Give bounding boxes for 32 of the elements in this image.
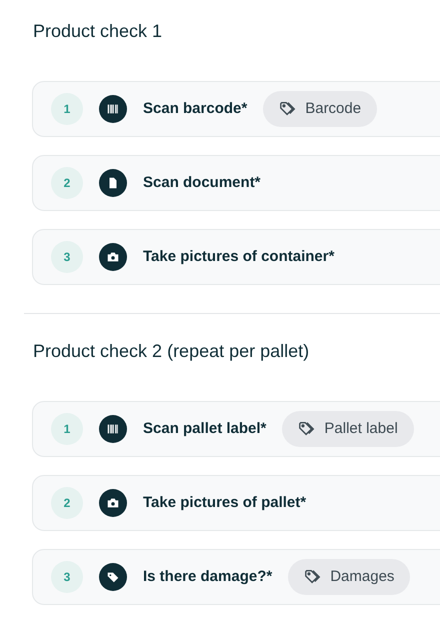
- step-number: 2: [51, 167, 83, 199]
- step-label: Take pictures of pallet*: [143, 492, 306, 513]
- step-label: Scan barcode*: [143, 98, 248, 119]
- step-label: Take pictures of container*: [143, 246, 334, 267]
- section-title: Product check 1: [33, 20, 164, 43]
- step-label: Scan pallet label*: [143, 418, 266, 439]
- step-label: Scan document*: [143, 172, 261, 193]
- tag-label: Damages: [330, 566, 394, 587]
- step-number: 1: [51, 413, 83, 445]
- section-title: Product check 2 (repeat per pallet): [33, 340, 310, 363]
- barcode-icon: [99, 415, 127, 443]
- tag-icon: [304, 568, 322, 586]
- step-number: 3: [51, 561, 83, 593]
- camera-icon: [99, 243, 127, 271]
- step-card[interactable]: 3 Take pictures of container*: [32, 229, 440, 285]
- document-icon: [99, 169, 127, 197]
- step-card[interactable]: 1 Scan barcode* Barcode: [32, 81, 440, 137]
- step-card[interactable]: 1 Scan pallet label* Pallet label: [32, 401, 440, 457]
- step-label: Is there damage?*: [143, 566, 272, 587]
- step-card[interactable]: 2 Take pictures of pallet*: [32, 475, 440, 531]
- tag-icon: [279, 100, 298, 118]
- tag-icon: [99, 563, 127, 591]
- tag-label: Pallet label: [324, 418, 398, 439]
- step-card[interactable]: 2 Scan document*: [32, 155, 440, 211]
- barcode-icon: [99, 95, 127, 123]
- tag-label: Barcode: [305, 98, 362, 119]
- step-number: 1: [51, 93, 83, 125]
- step-number: 3: [51, 241, 83, 273]
- step-card[interactable]: 3 Is there damage?* Damages: [32, 549, 440, 605]
- camera-icon: [99, 489, 127, 517]
- tag-icon: [298, 420, 316, 438]
- step-number: 2: [51, 487, 83, 519]
